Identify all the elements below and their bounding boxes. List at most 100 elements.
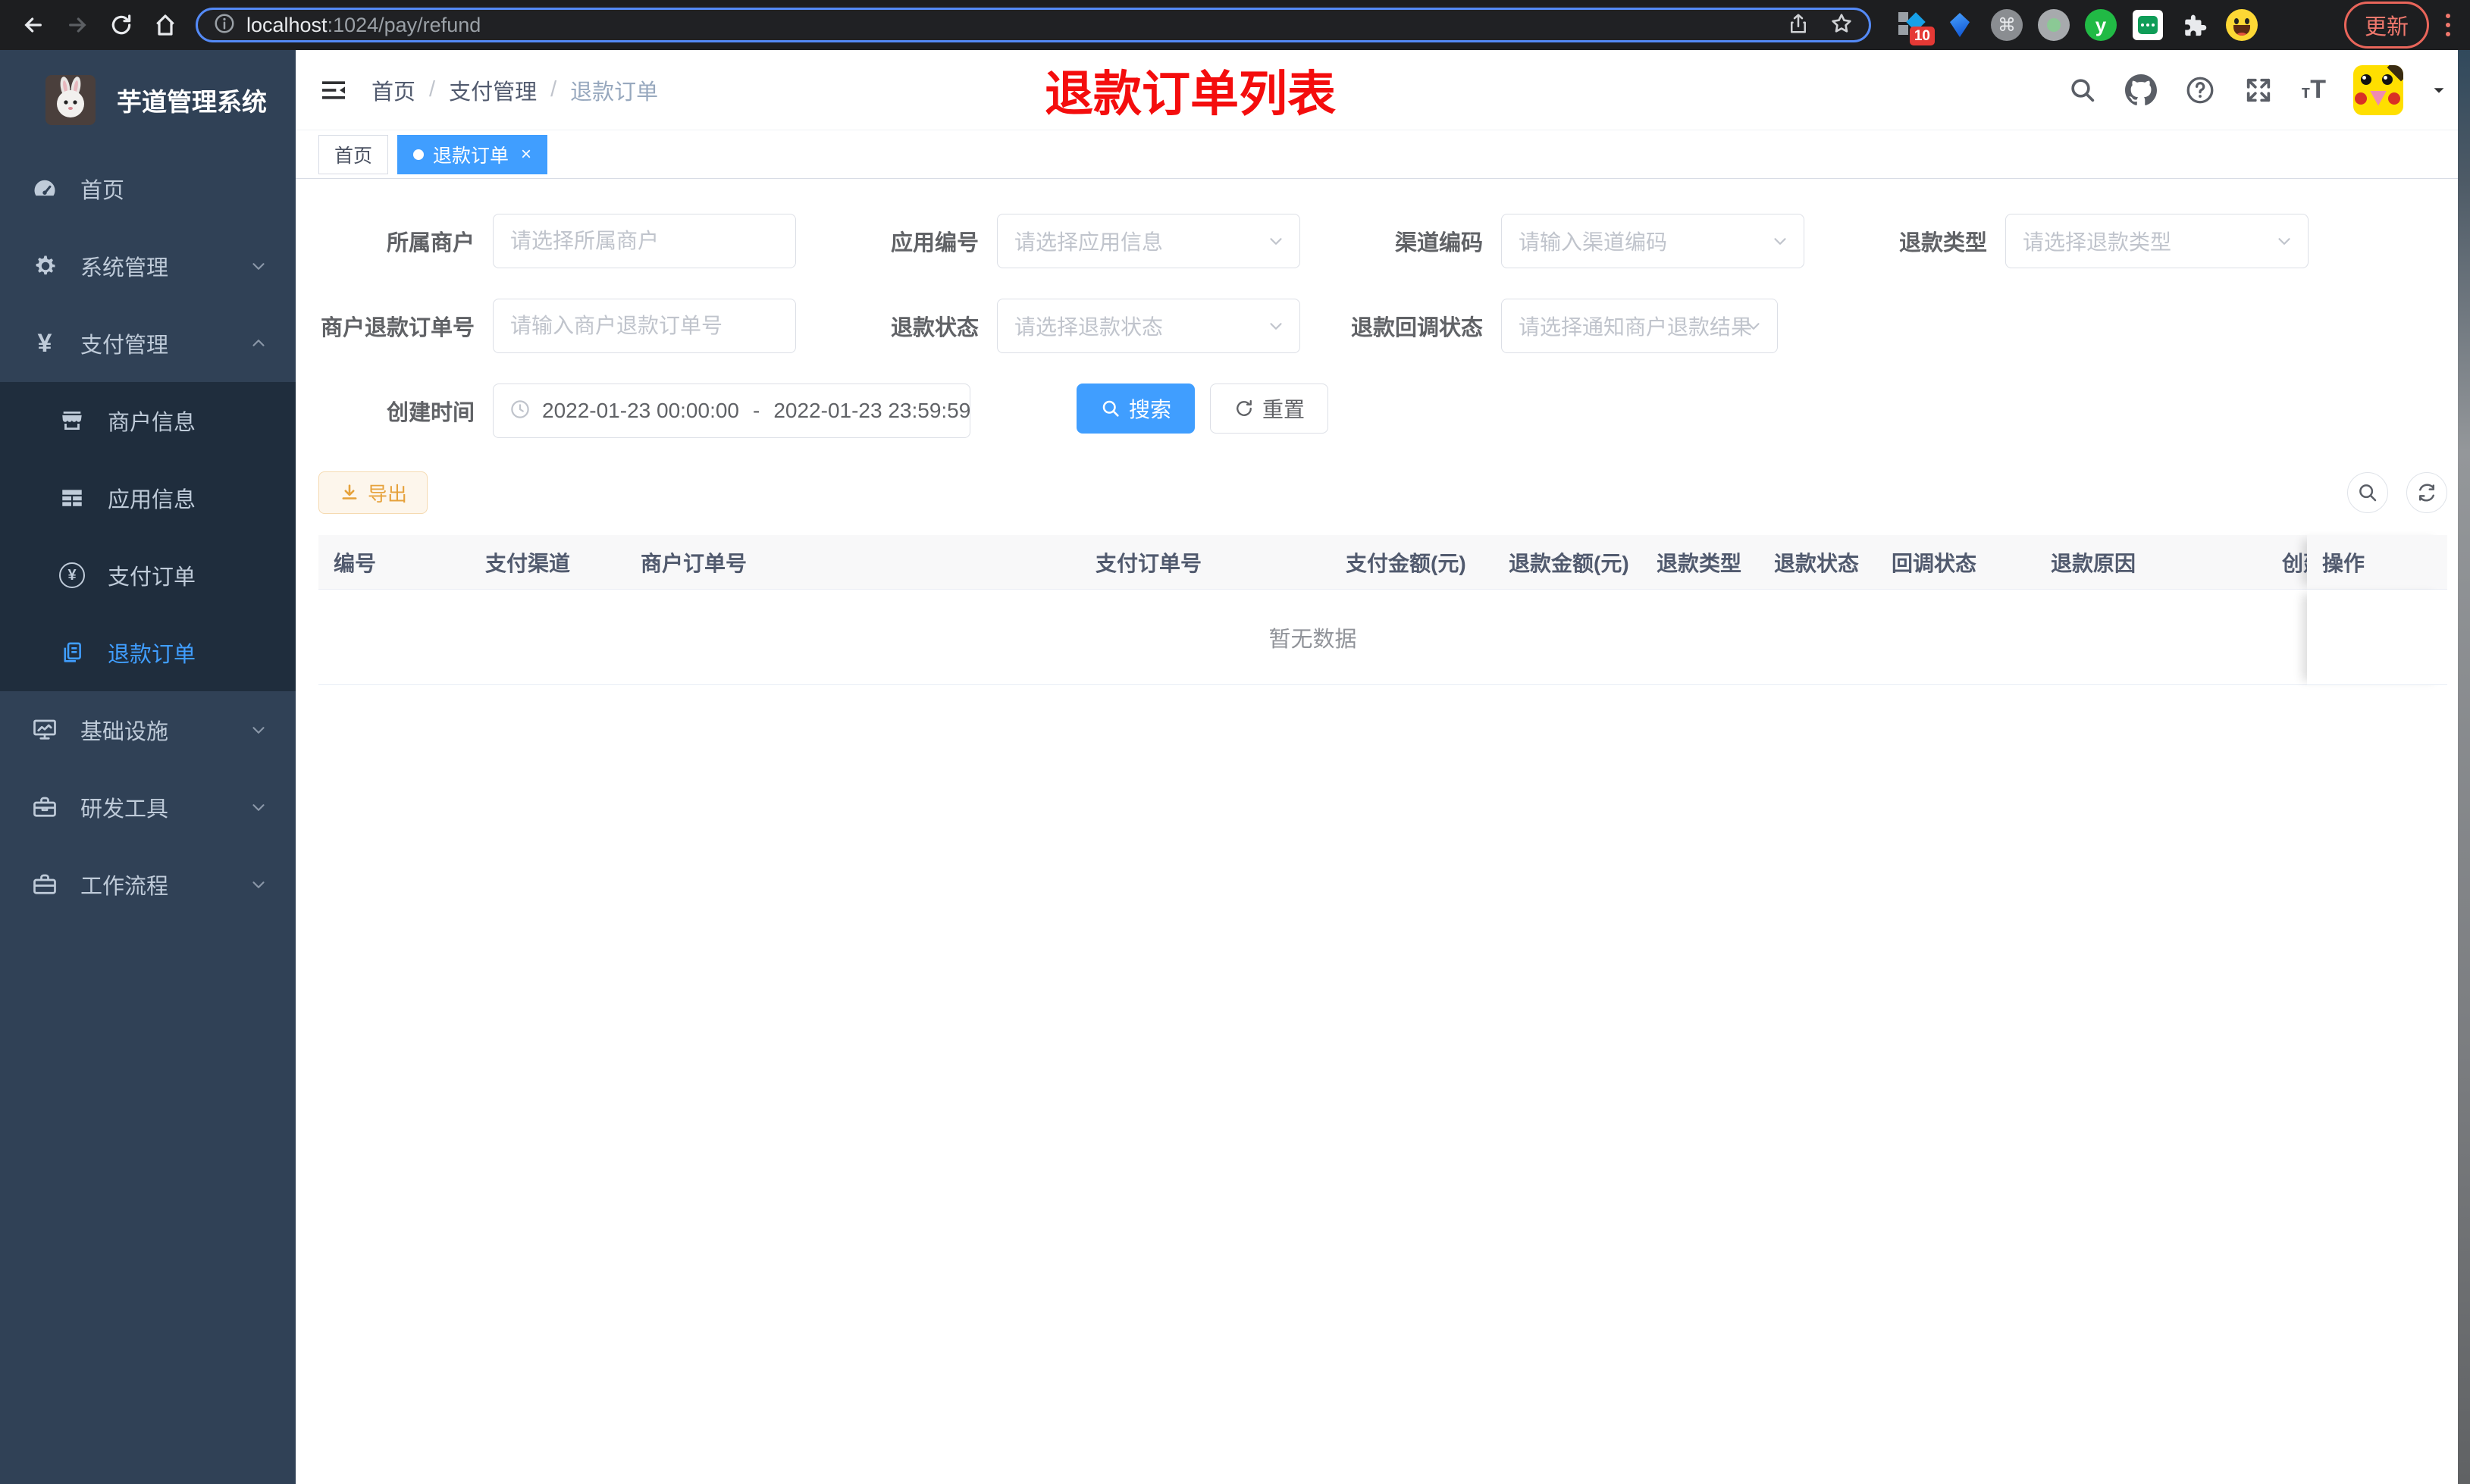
merchant-input[interactable] bbox=[510, 229, 779, 253]
browser-forward-button[interactable] bbox=[58, 5, 97, 45]
sidebar-item-app-info[interactable]: 应用信息 bbox=[0, 459, 296, 537]
avatar[interactable] bbox=[2353, 64, 2403, 115]
chevron-down-icon bbox=[2274, 231, 2294, 251]
github-icon[interactable] bbox=[2125, 74, 2158, 106]
browser-toolbar: localhost:1024/pay/refund 10 ⌘ y 更新 bbox=[0, 0, 2470, 50]
search-button[interactable]: 搜索 bbox=[1077, 384, 1196, 434]
chrome-update-button[interactable]: 更新 bbox=[2343, 2, 2429, 49]
merchant-refund-no-input[interactable] bbox=[510, 314, 779, 338]
table-grid-icon bbox=[56, 485, 88, 511]
chevron-down-icon bbox=[249, 720, 268, 740]
yen-circle-icon: ¥ bbox=[56, 562, 88, 588]
fullscreen-icon[interactable] bbox=[2243, 75, 2274, 105]
logo-avatar bbox=[45, 75, 96, 125]
tab-home[interactable]: 首页 bbox=[318, 134, 389, 174]
chevron-down-icon bbox=[249, 797, 268, 817]
sidebar-logo[interactable]: 芋道管理系统 bbox=[0, 50, 296, 150]
refresh-table-button[interactable] bbox=[2406, 472, 2447, 513]
toggle-search-button[interactable] bbox=[2347, 472, 2388, 513]
col-id: 编号 bbox=[318, 535, 470, 590]
top-navbar: 首页 / 支付管理 / 退款订单 退款订单列表 тT bbox=[296, 50, 2470, 130]
page-title: 退款订单列表 bbox=[1045, 66, 1336, 121]
share-icon[interactable] bbox=[1787, 12, 1810, 39]
active-dot bbox=[413, 149, 425, 160]
pay-submenu: 商户信息 应用信息 ¥ 支付订单 退款订单 bbox=[0, 382, 296, 691]
extension-recorder-icon[interactable] bbox=[2036, 8, 2071, 42]
col-merchant-order-no: 商户订单号 bbox=[625, 535, 1080, 590]
site-info-icon[interactable] bbox=[213, 12, 236, 39]
sidebar-item-home[interactable]: 首页 bbox=[0, 150, 296, 227]
col-pay-amount: 支付金额(元) bbox=[1331, 535, 1494, 590]
breadcrumb-home[interactable]: 首页 bbox=[371, 74, 415, 106]
window-edge-scrollbar[interactable] bbox=[2458, 50, 2470, 1484]
create-time-label: 创建时间 bbox=[386, 401, 475, 425]
chevron-down-icon bbox=[1770, 231, 1790, 251]
callback-status-select[interactable]: 请选择通知商户退款结果 bbox=[1501, 299, 1778, 353]
sidebar-item-workflow[interactable]: 工作流程 bbox=[0, 846, 296, 923]
sidebar-item-merchant-info[interactable]: 商户信息 bbox=[0, 382, 296, 459]
extension-emoji-icon[interactable] bbox=[2224, 8, 2259, 42]
extension-kite-icon[interactable] bbox=[1942, 8, 1977, 42]
browser-back-button[interactable] bbox=[14, 5, 53, 45]
browser-reload-button[interactable] bbox=[102, 5, 141, 45]
extension-badge: 10 bbox=[1909, 27, 1935, 45]
refund-status-select[interactable]: 请选择退款状态 bbox=[997, 299, 1300, 353]
tab-close-icon[interactable]: × bbox=[521, 145, 531, 164]
page-content: 所属商户 应用编号 请选择应用信息 渠道编码 请输入渠道编码 bbox=[296, 179, 2470, 1484]
font-size-icon[interactable]: тT bbox=[2301, 75, 2326, 105]
date-range-start[interactable]: 2022-01-23 00:00:00 bbox=[542, 399, 739, 423]
sidebar-item-infra[interactable]: 基础设施 bbox=[0, 691, 296, 769]
reset-button[interactable]: 重置 bbox=[1210, 384, 1329, 434]
merchant-select[interactable] bbox=[493, 214, 796, 268]
date-range-end[interactable]: 2022-01-23 23:59:59 bbox=[773, 399, 970, 423]
breadcrumb-pay[interactable]: 支付管理 bbox=[449, 74, 537, 106]
create-time-range-picker[interactable]: 2022-01-23 00:00:00 - 2022-01-23 23:59:5… bbox=[493, 384, 970, 438]
sidebar-item-dev-tools[interactable]: 研发工具 bbox=[0, 769, 296, 846]
extension-command-icon[interactable]: ⌘ bbox=[1989, 8, 2024, 42]
help-icon[interactable] bbox=[2184, 74, 2216, 106]
sidebar-item-refund-order[interactable]: 退款订单 bbox=[0, 614, 296, 691]
extension-y-icon[interactable]: y bbox=[2083, 8, 2118, 42]
extensions-puzzle-icon[interactable] bbox=[2177, 8, 2212, 42]
header-search-icon[interactable] bbox=[2067, 75, 2098, 105]
sidebar-item-system[interactable]: 系统管理 bbox=[0, 227, 296, 305]
document-icon bbox=[56, 640, 88, 665]
table-header-row: 编号 支付渠道 商户订单号 支付订单号 支付金额(元) 退款金额(元) 退款类型… bbox=[318, 535, 2447, 590]
app-select[interactable]: 请选择应用信息 bbox=[997, 214, 1300, 268]
merchant-label: 所属商户 bbox=[386, 231, 475, 255]
tags-view-bar: 首页 退款订单 × bbox=[296, 130, 2470, 179]
tab-refund-order[interactable]: 退款订单 × bbox=[397, 134, 548, 174]
monitor-chart-icon bbox=[29, 716, 61, 744]
chevron-up-icon bbox=[249, 333, 268, 353]
browser-home-button[interactable] bbox=[146, 5, 185, 45]
merchant-refund-no-field[interactable] bbox=[493, 299, 796, 353]
url-text: localhost:1024/pay/refund bbox=[246, 14, 481, 37]
refund-status-label: 退款状态 bbox=[890, 316, 979, 340]
address-bar[interactable]: localhost:1024/pay/refund bbox=[196, 8, 1871, 42]
toolbox-icon bbox=[29, 794, 61, 821]
refund-type-select[interactable]: 请选择退款类型 bbox=[2005, 214, 2309, 268]
extension-chat-icon[interactable] bbox=[2130, 8, 2165, 42]
avatar-caret-icon[interactable] bbox=[2431, 82, 2447, 99]
empty-text: 暂无数据 bbox=[318, 590, 2307, 685]
sidebar-collapse-icon[interactable] bbox=[318, 75, 349, 105]
col-refund-status: 退款状态 bbox=[1759, 535, 1876, 590]
extension-tiles-icon[interactable]: 10 bbox=[1895, 8, 1935, 45]
col-refund-amount: 退款金额(元) bbox=[1494, 535, 1641, 590]
col-actions: 操作 bbox=[2307, 535, 2447, 590]
app-label: 应用编号 bbox=[890, 231, 979, 255]
export-button[interactable]: 导出 bbox=[318, 471, 428, 514]
bookmark-star-icon[interactable] bbox=[1829, 11, 1854, 39]
browser-menu-icon[interactable] bbox=[2440, 14, 2456, 36]
col-pay-channel: 支付渠道 bbox=[470, 535, 625, 590]
briefcase-icon bbox=[29, 871, 61, 898]
chevron-down-icon bbox=[1744, 316, 1763, 336]
chevron-down-icon bbox=[1266, 316, 1286, 336]
col-refund-reason: 退款原因 bbox=[2036, 535, 2267, 590]
sidebar-item-pay[interactable]: ¥ 支付管理 bbox=[0, 305, 296, 382]
chevron-down-icon bbox=[249, 875, 268, 894]
channel-select[interactable]: 请输入渠道编码 bbox=[1501, 214, 1804, 268]
sidebar-item-pay-order[interactable]: ¥ 支付订单 bbox=[0, 537, 296, 614]
shop-icon bbox=[56, 408, 88, 434]
sidebar-menu: 首页 系统管理 ¥ 支付管理 商户信息 应用信息 ¥ 支付订单 退款订单 基础设… bbox=[0, 150, 296, 1484]
